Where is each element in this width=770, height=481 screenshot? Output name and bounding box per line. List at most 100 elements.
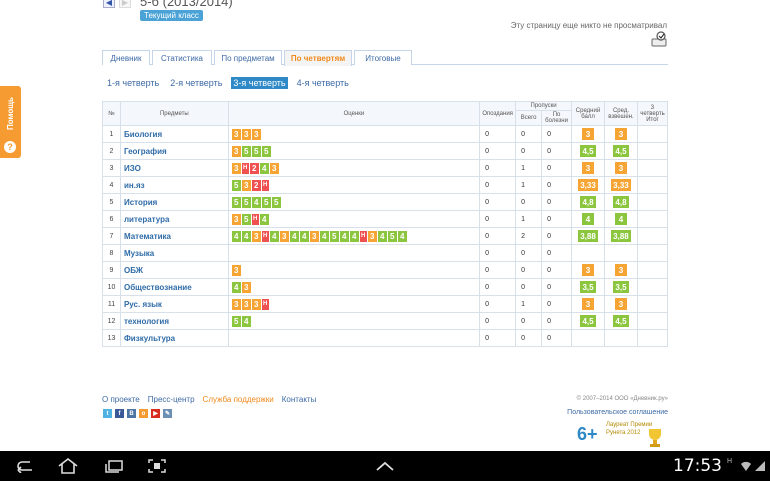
grade-mark[interactable]: 4 <box>299 230 309 242</box>
subject-link[interactable]: География <box>124 147 167 156</box>
grade-mark[interactable]: 5 <box>251 145 261 157</box>
grade-mark[interactable]: 5 <box>231 196 241 208</box>
grade-mark[interactable]: 3 <box>231 264 241 276</box>
current-class-badge[interactable]: Текущий класс <box>140 10 203 21</box>
absence-mark[interactable]: Н <box>241 162 249 174</box>
grade-mark[interactable]: 3 <box>241 281 251 293</box>
screenshot-icon[interactable] <box>144 457 170 475</box>
subject-link[interactable]: ин.яз <box>124 181 145 190</box>
grade-mark[interactable]: 5 <box>261 145 271 157</box>
user-agreement-link[interactable]: Пользовательское соглашение <box>567 409 668 416</box>
subject-link[interactable]: ИЗО <box>124 164 141 173</box>
grade-mark[interactable]: 4 <box>269 230 279 242</box>
grade-mark[interactable]: 5 <box>241 196 251 208</box>
grade-mark[interactable]: 2 <box>249 162 259 174</box>
odnoklassniki-icon[interactable]: o <box>139 409 148 418</box>
subject-link[interactable]: Математика <box>124 232 171 241</box>
prev-period-icon[interactable]: ◀ <box>103 0 115 8</box>
table-row: 11 Рус. язык 3 3 3 Н 0 1 0 3 3 <box>102 295 669 313</box>
sick-count: 0 <box>541 227 573 245</box>
subject-link[interactable]: Музыка <box>124 249 154 258</box>
grade-mark[interactable]: 4 <box>241 315 251 327</box>
quarter-link-3[interactable]: 3-я четверть <box>231 77 288 89</box>
quarter-link-4[interactable]: 4-я четверть <box>295 77 351 89</box>
grade-mark[interactable]: 3 <box>231 162 241 174</box>
grade-mark[interactable]: 4 <box>241 230 251 242</box>
grade-mark[interactable]: 4 <box>397 230 407 242</box>
absence-mark[interactable]: Н <box>261 179 269 191</box>
grade-mark[interactable]: 2 <box>251 179 261 191</box>
final-grade-cell <box>636 278 669 296</box>
subject-link[interactable]: ОБЖ <box>124 266 143 275</box>
grade-mark[interactable]: 3 <box>231 128 241 140</box>
absence-mark[interactable]: Н <box>261 298 269 310</box>
grade-mark[interactable]: 4 <box>289 230 299 242</box>
facebook-icon[interactable]: f <box>115 409 124 418</box>
subject-link[interactable]: Обществознание <box>124 283 192 292</box>
grade-mark[interactable]: 5 <box>241 145 251 157</box>
grade-mark[interactable]: 3 <box>279 230 289 242</box>
footer-link-2[interactable]: Служба поддержки <box>203 395 274 404</box>
quarter-link-2[interactable]: 2-я четверть <box>168 77 224 89</box>
grade-mark[interactable]: 4 <box>377 230 387 242</box>
absence-mark[interactable]: Н <box>261 230 269 242</box>
grade-mark[interactable]: 3 <box>231 298 241 310</box>
sick-count: 0 <box>541 125 573 143</box>
grade-mark[interactable]: 5 <box>241 213 251 225</box>
footer-link-1[interactable]: Пресс-центр <box>148 395 195 404</box>
grade-mark[interactable]: 4 <box>259 162 269 174</box>
tab-4[interactable]: Итоговые <box>354 50 412 65</box>
grade-mark[interactable]: 4 <box>251 196 261 208</box>
grade-mark[interactable]: 4 <box>349 230 359 242</box>
subject-link[interactable]: Рус. язык <box>124 300 162 309</box>
grade-mark[interactable]: 5 <box>261 196 271 208</box>
grade-mark[interactable]: 3 <box>269 162 279 174</box>
grade-mark[interactable]: 3 <box>367 230 377 242</box>
grade-mark[interactable]: 5 <box>329 230 339 242</box>
back-icon[interactable] <box>12 457 38 475</box>
chevron-up-icon[interactable] <box>372 457 398 475</box>
grade-mark[interactable]: 3 <box>241 128 251 140</box>
tab-2[interactable]: По предметам <box>214 50 282 65</box>
grade-mark[interactable]: 3 <box>231 145 241 157</box>
subject-link[interactable]: История <box>124 198 157 207</box>
grade-mark[interactable]: 5 <box>387 230 397 242</box>
quarter-link-1[interactable]: 1-я четверть <box>105 77 161 89</box>
social-icons: t f Bo ▶ ✎ <box>103 409 172 418</box>
tab-1[interactable]: Статистика <box>152 50 212 65</box>
grade-mark[interactable]: 3 <box>241 298 251 310</box>
grade-mark[interactable]: 3 <box>251 128 261 140</box>
tab-3[interactable]: По четвертям <box>284 50 352 66</box>
subject-link[interactable]: Биология <box>124 130 162 139</box>
grade-mark[interactable]: 3 <box>251 230 261 242</box>
home-icon[interactable] <box>55 457 81 475</box>
subject-link[interactable]: технология <box>124 317 169 326</box>
subject-link[interactable]: Физкультура <box>124 334 175 343</box>
grade-mark[interactable]: 3 <box>241 179 251 191</box>
grade-mark[interactable]: 4 <box>231 281 241 293</box>
absence-mark[interactable]: Н <box>359 230 367 242</box>
period-nav: ◀ ▶ <box>103 0 131 8</box>
grade-mark[interactable]: 5 <box>231 179 241 191</box>
footer-link-0[interactable]: О проекте <box>102 395 140 404</box>
youtube-icon[interactable]: ▶ <box>151 409 160 418</box>
twitter-icon[interactable]: t <box>103 409 112 418</box>
subject-link[interactable]: литература <box>124 215 170 224</box>
grade-mark[interactable]: 3 <box>231 213 241 225</box>
grade-mark[interactable]: 4 <box>259 213 269 225</box>
grade-mark[interactable]: 4 <box>339 230 349 242</box>
vkontakte-icon[interactable]: B <box>127 409 136 418</box>
grade-mark[interactable]: 3 <box>251 298 261 310</box>
absence-mark[interactable]: Н <box>251 213 259 225</box>
grade-mark[interactable]: 4 <box>231 230 241 242</box>
grade-mark[interactable]: 4 <box>319 230 329 242</box>
next-period-icon[interactable]: ▶ <box>119 0 131 8</box>
tab-0[interactable]: Дневник <box>102 50 150 65</box>
footer-link-3[interactable]: Контакты <box>282 395 317 404</box>
livejournal-icon[interactable]: ✎ <box>163 409 172 418</box>
grade-mark[interactable]: 5 <box>231 315 241 327</box>
help-side-tab[interactable]: Помощь ? <box>0 86 21 158</box>
recent-apps-icon[interactable] <box>101 457 127 475</box>
grade-mark[interactable]: 3 <box>309 230 319 242</box>
grade-mark[interactable]: 5 <box>271 196 281 208</box>
